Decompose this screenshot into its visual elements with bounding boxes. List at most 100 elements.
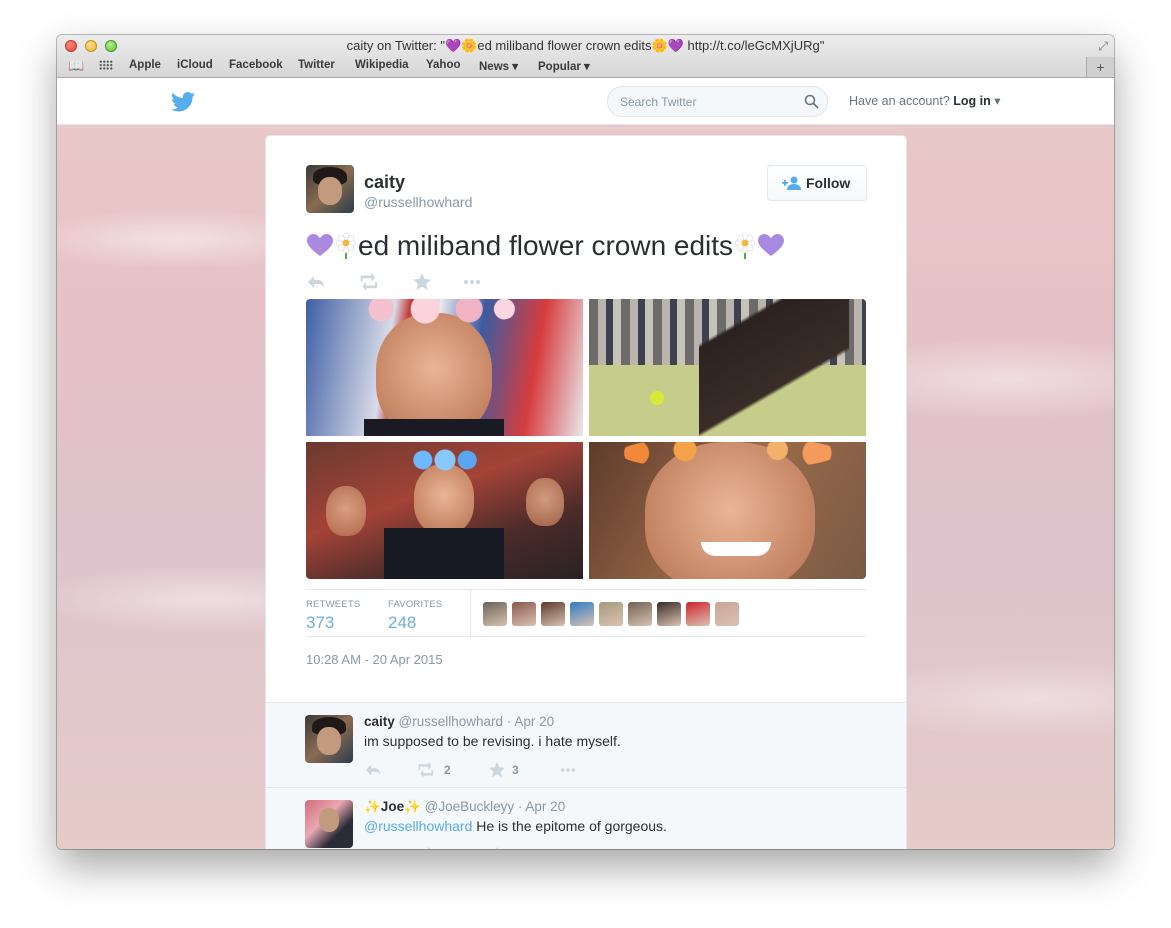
twitter-top-nav: Search Twitter Have an account? Log in ▾: [57, 79, 1114, 125]
heart-emoji-icon: 💜: [667, 38, 684, 53]
photo-grid: [306, 299, 866, 579]
star-icon[interactable]: [488, 761, 506, 779]
avatar[interactable]: [305, 800, 353, 848]
browser-window: caity on Twitter: "💜🌼ed miliband flower …: [57, 35, 1114, 849]
reply-mention-link[interactable]: @russellhowhard: [364, 818, 472, 834]
page-viewport: Search Twitter Have an account? Log in ▾…: [57, 79, 1114, 849]
tweet-photo[interactable]: [589, 442, 866, 579]
reply-author: caity @russellhowhard · Apr 20: [364, 714, 554, 729]
reply-text: @russellhowhard He is the epitome of gor…: [364, 818, 667, 834]
tweet-photo[interactable]: [306, 299, 583, 436]
avatar-face: [317, 727, 341, 755]
flower-crown: [346, 299, 522, 327]
favoriter-avatar[interactable]: [512, 602, 536, 626]
list-item[interactable]: ✨Joe✨ @JoeBuckleyy · Apr 20 @russellhowh…: [266, 788, 906, 849]
reply-author-name[interactable]: caity: [364, 714, 395, 729]
photo-suit: [364, 419, 504, 436]
purple-heart-icon: [758, 234, 785, 256]
account-menu: Have an account? Log in ▾: [849, 93, 1001, 108]
favoriter-avatar[interactable]: [628, 602, 652, 626]
twitter-bird-icon[interactable]: [171, 92, 195, 112]
bookmark-icloud[interactable]: iCloud: [177, 59, 213, 71]
bookmark-popular[interactable]: Popular ▾: [538, 59, 590, 73]
reply-author-name[interactable]: ✨Joe✨: [364, 799, 421, 814]
retweets-count[interactable]: 373: [306, 613, 334, 633]
bookmark-wikipedia[interactable]: Wikipedia: [355, 59, 409, 71]
star-icon[interactable]: [412, 272, 432, 292]
favoriter-avatar[interactable]: [657, 602, 681, 626]
bookmark-apple[interactable]: Apple: [129, 59, 161, 71]
login-link[interactable]: Log in: [953, 94, 991, 108]
search-icon[interactable]: [804, 94, 819, 109]
retweet-icon[interactable]: [416, 761, 436, 779]
author-name[interactable]: caity: [364, 172, 405, 193]
stats-divider: [470, 590, 471, 637]
retweet-icon[interactable]: [416, 846, 436, 849]
list-item[interactable]: caity @russellhowhard · Apr 20 im suppos…: [266, 703, 906, 788]
reply-icon[interactable]: [306, 272, 326, 292]
avatar[interactable]: [306, 165, 354, 213]
bookmark-yahoo[interactable]: Yahoo: [426, 59, 461, 71]
author-handle[interactable]: @russellhowhard: [364, 194, 472, 210]
tweet-timestamp[interactable]: 10:28 AM - 20 Apr 2015: [306, 652, 443, 667]
tweet-photo[interactable]: [306, 442, 583, 579]
avatar[interactable]: [305, 715, 353, 763]
photo-ball: [650, 391, 664, 405]
search-input[interactable]: Search Twitter: [607, 86, 828, 117]
tweet-card: caity @russellhowhard Follow ed miliband…: [265, 135, 907, 849]
follow-button[interactable]: Follow: [767, 165, 867, 201]
reading-list-icon[interactable]: 📖: [68, 58, 84, 74]
reply-favorite-count: 3: [512, 763, 519, 777]
daisy-icon: [734, 233, 756, 259]
title-bar: caity on Twitter: "💜🌼ed miliband flower …: [57, 35, 1114, 78]
reply-author-handle[interactable]: @russellhowhard: [399, 714, 504, 729]
reply-text: im supposed to be revising. i hate mysel…: [364, 733, 621, 749]
photo-smile: [701, 542, 771, 556]
flower-crown: [408, 448, 482, 472]
reply-author-handle[interactable]: @JoeBuckleyy: [425, 799, 515, 814]
tweet-text-body: ed miliband flower crown edits: [358, 230, 734, 261]
star-icon[interactable]: [488, 846, 506, 849]
reply-icon[interactable]: [364, 761, 382, 779]
more-icon[interactable]: [462, 272, 482, 292]
avatar-face: [318, 177, 342, 205]
top-sites-grid-icon[interactable]: [99, 60, 113, 70]
favorites-count[interactable]: 248: [388, 613, 416, 633]
flower-emoji-icon: 🌼: [461, 38, 478, 53]
photo-figure: [699, 299, 849, 436]
reply-retweet-count: 2: [444, 763, 451, 777]
bookmark-facebook[interactable]: Facebook: [229, 59, 283, 71]
photo-suit: [384, 528, 504, 579]
favoriter-avatar[interactable]: [599, 602, 623, 626]
search-placeholder: Search Twitter: [620, 95, 697, 109]
favoriter-avatar[interactable]: [541, 602, 565, 626]
tweet-text: ed miliband flower crown edits: [306, 230, 785, 262]
reply-author: ✨Joe✨ @JoeBuckleyy · Apr 20: [364, 799, 565, 815]
bookmarks-bar: 📖 Apple iCloud Facebook Twitter Wikipedi…: [57, 56, 1114, 76]
retweets-label: RETWEETS: [306, 599, 361, 610]
new-tab-button[interactable]: +: [1086, 57, 1114, 77]
reply-date[interactable]: · Apr 20: [518, 799, 565, 814]
photo-face: [414, 464, 474, 534]
reply-date[interactable]: · Apr 20: [507, 714, 554, 729]
reply-list: caity @russellhowhard · Apr 20 im suppos…: [266, 702, 906, 849]
favoriter-avatar[interactable]: [570, 602, 594, 626]
flower-crown: [619, 442, 839, 470]
reply-icon[interactable]: [364, 846, 382, 849]
favoriter-avatar[interactable]: [483, 602, 507, 626]
favoriter-avatar[interactable]: [686, 602, 710, 626]
fullscreen-icon[interactable]: ⤢: [1098, 39, 1108, 54]
chevron-down-icon[interactable]: ▾: [994, 94, 1000, 108]
favoriter-avatar[interactable]: [715, 602, 739, 626]
retweet-icon[interactable]: [358, 272, 380, 292]
bookmark-news[interactable]: News ▾: [479, 59, 518, 73]
window-title: caity on Twitter: "💜🌼ed miliband flower …: [57, 38, 1114, 54]
tweet-photo[interactable]: [589, 299, 866, 436]
more-icon[interactable]: [558, 761, 578, 779]
reply-text-body: He is the epitome of gorgeous.: [472, 818, 667, 834]
follow-label: Follow: [806, 175, 851, 191]
flower-emoji-icon: 🌼: [651, 38, 668, 53]
bookmark-twitter[interactable]: Twitter: [298, 59, 335, 71]
window-title-prefix: caity on Twitter: ": [346, 38, 445, 53]
photo-background-face: [526, 478, 564, 526]
